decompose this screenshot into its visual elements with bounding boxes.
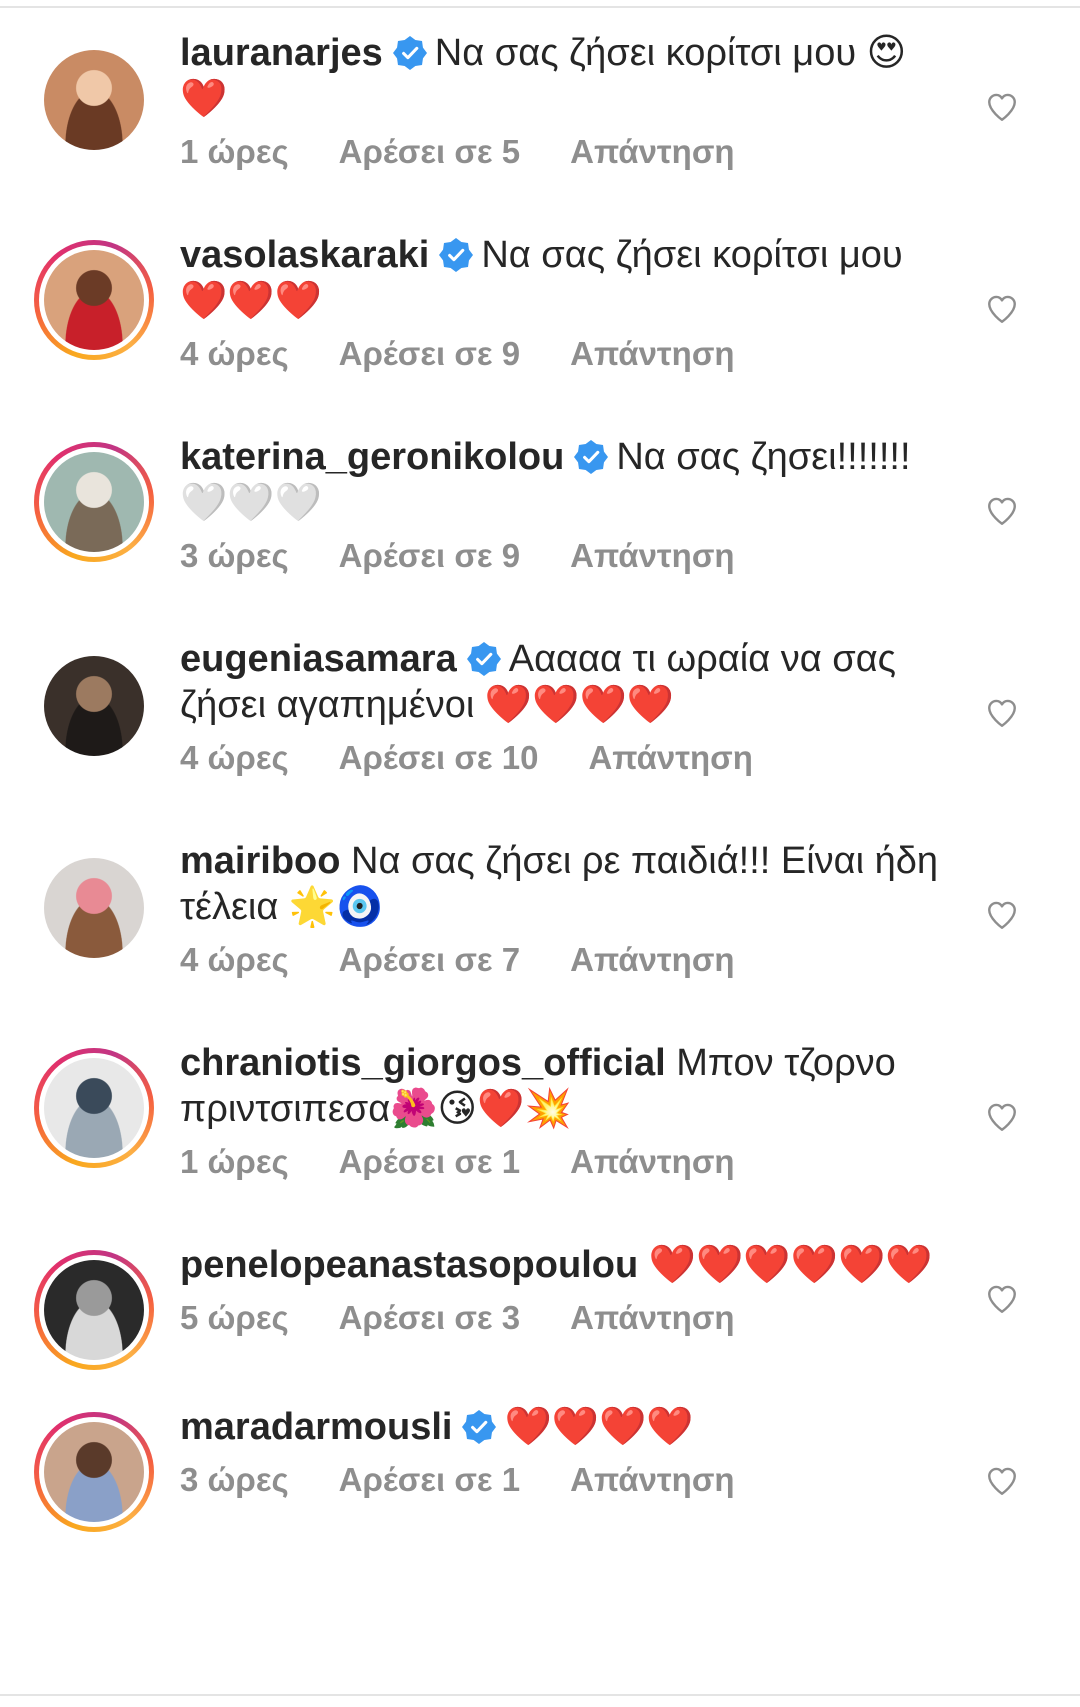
bottom-divider [0, 1694, 1080, 1696]
reply-button[interactable]: Απάντηση [570, 537, 734, 574]
verified-badge-icon [439, 238, 474, 272]
top-divider [0, 6, 1080, 8]
comment-meta: 4 ώρες Αρέσει σε 7 Απάντηση [180, 940, 940, 980]
reply-button[interactable]: Απάντηση [588, 739, 752, 776]
avatar-photo [44, 250, 144, 350]
avatar-frame [44, 858, 144, 958]
comment-text: eugeniasamara Ααααα τι ωραία να σας ζήσει… [180, 636, 940, 728]
avatar-photo [44, 452, 144, 552]
comment-meta: 5 ώρες Αρέσει σε 3 Απάντηση [180, 1298, 940, 1338]
reply-button[interactable]: Απάντηση [570, 941, 734, 978]
comment-meta: 4 ώρες Αρέσει σε 9 Απάντηση [180, 334, 940, 374]
username-link[interactable]: mairiboo [180, 840, 340, 882]
reply-button[interactable]: Απάντηση [570, 335, 734, 372]
reply-button[interactable]: Απάντηση [570, 133, 734, 170]
avatar[interactable] [34, 848, 154, 968]
comment-text: penelopeanastasopoulou ❤️❤️❤️❤️❤️❤️ [180, 1242, 940, 1288]
avatar[interactable] [34, 442, 154, 562]
avatar-frame [39, 447, 149, 557]
comment-meta: 4 ώρες Αρέσει σε 10 Απάντηση [180, 738, 940, 778]
comment-text: mairiboo Να σας ζήσει ρε παιδιά!!! Είναι… [180, 838, 940, 930]
comment-timestamp: 5 ώρες [180, 1299, 289, 1336]
likes-count-link[interactable]: Αρέσει σε 1 [339, 1143, 520, 1180]
avatar-photo [44, 858, 144, 958]
likes-count-link[interactable]: Αρέσει σε 9 [339, 335, 520, 372]
comment-timestamp: 1 ώρες [180, 133, 289, 170]
avatar[interactable] [34, 40, 154, 160]
comment-body: eugeniasamara Ααααα τι ωραία να σας ζήσει… [180, 636, 940, 778]
comment-body: mairiboo Να σας ζήσει ρε παιδιά!!! Είναι… [180, 838, 940, 980]
comment-message: ❤️❤️❤️❤️ [504, 1406, 694, 1448]
avatar[interactable] [34, 646, 154, 766]
avatar-frame [39, 1417, 149, 1527]
likes-count-link[interactable]: Αρέσει σε 1 [339, 1461, 520, 1498]
username-link[interactable]: katerina_geronikolou [180, 436, 564, 478]
avatar-frame [44, 50, 144, 150]
comment-body: chraniotis_giorgos_official Μπον τζορνο … [180, 1040, 940, 1182]
comment-text: katerina_geronikolou Να σας ζησει!!!!!!! … [180, 434, 940, 526]
likes-count-link[interactable]: Αρέσει σε 9 [339, 537, 520, 574]
avatar-photo [44, 1058, 144, 1158]
comment-body: penelopeanastasopoulou ❤️❤️❤️❤️❤️❤️ 5 ώρε… [180, 1242, 940, 1338]
comment-text: vasolaskaraki Να σας ζήσει κορίτσι μου ❤️… [180, 232, 940, 324]
likes-count-link[interactable]: Αρέσει σε 3 [339, 1299, 520, 1336]
avatar[interactable] [34, 1250, 154, 1370]
username-link[interactable]: eugeniasamara [180, 638, 457, 680]
username-link[interactable]: penelopeanastasopoulou [180, 1244, 638, 1286]
comment-body: maradarmousli ❤️❤️❤️❤️ 3 ώρες Αρέσει σε 1 Απ… [180, 1404, 940, 1500]
verified-badge-icon [574, 440, 609, 474]
like-heart-icon[interactable] [985, 494, 1019, 528]
comment-message: ❤️❤️❤️❤️❤️❤️ [648, 1244, 933, 1286]
reply-button[interactable]: Απάντηση [570, 1461, 734, 1498]
verified-badge-icon [466, 642, 501, 676]
like-heart-icon[interactable] [985, 1282, 1019, 1316]
avatar-photo [44, 1422, 144, 1522]
reply-button[interactable]: Απάντηση [570, 1299, 734, 1336]
comment-timestamp: 4 ώρες [180, 941, 289, 978]
comment-meta: 3 ώρες Αρέσει σε 9 Απάντηση [180, 536, 940, 576]
like-heart-icon[interactable] [985, 1100, 1019, 1134]
avatar-frame [39, 1053, 149, 1163]
username-link[interactable]: vasolaskaraki [180, 234, 429, 276]
like-heart-icon[interactable] [985, 90, 1019, 124]
comment-timestamp: 1 ώρες [180, 1143, 289, 1180]
likes-count-link[interactable]: Αρέσει σε 7 [339, 941, 520, 978]
comment-timestamp: 4 ώρες [180, 335, 289, 372]
comment-meta: 3 ώρες Αρέσει σε 1 Απάντηση [180, 1460, 940, 1500]
reply-button[interactable]: Απάντηση [570, 1143, 734, 1180]
verified-badge-icon [462, 1410, 497, 1444]
username-link[interactable]: maradarmousli [180, 1406, 452, 1448]
comment-timestamp: 3 ώρες [180, 1461, 289, 1498]
avatar[interactable] [34, 1048, 154, 1168]
avatar[interactable] [34, 240, 154, 360]
comment-body: katerina_geronikolou Να σας ζησει!!!!!!! … [180, 434, 940, 576]
comment-body: lauranarjes Να σας ζήσει κορίτσι μου 😍 ❤️… [180, 30, 940, 172]
comment-meta: 1 ώρες Αρέσει σε 5 Απάντηση [180, 132, 940, 172]
like-heart-icon[interactable] [985, 292, 1019, 326]
avatar-photo [44, 656, 144, 756]
verified-badge-icon [392, 36, 427, 70]
avatar-photo [44, 50, 144, 150]
avatar-frame [39, 245, 149, 355]
comment-text: maradarmousli ❤️❤️❤️❤️ [180, 1404, 940, 1450]
comment-meta: 1 ώρες Αρέσει σε 1 Απάντηση [180, 1142, 940, 1182]
username-link[interactable]: lauranarjes [180, 32, 383, 74]
comment-body: vasolaskaraki Να σας ζήσει κορίτσι μου ❤️… [180, 232, 940, 374]
avatar-frame [39, 1255, 149, 1365]
like-heart-icon[interactable] [985, 696, 1019, 730]
avatar-frame [44, 656, 144, 756]
comment-text: chraniotis_giorgos_official Μπον τζορνο … [180, 1040, 940, 1132]
avatar[interactable] [34, 1412, 154, 1532]
comment-timestamp: 4 ώρες [180, 739, 289, 776]
likes-count-link[interactable]: Αρέσει σε 10 [339, 739, 539, 776]
like-heart-icon[interactable] [985, 1464, 1019, 1498]
username-link[interactable]: chraniotis_giorgos_official [180, 1042, 666, 1084]
like-heart-icon[interactable] [985, 898, 1019, 932]
comment-text: lauranarjes Να σας ζήσει κορίτσι μου 😍 ❤️ [180, 30, 940, 122]
avatar-photo [44, 1260, 144, 1360]
comment-timestamp: 3 ώρες [180, 537, 289, 574]
likes-count-link[interactable]: Αρέσει σε 5 [339, 133, 520, 170]
